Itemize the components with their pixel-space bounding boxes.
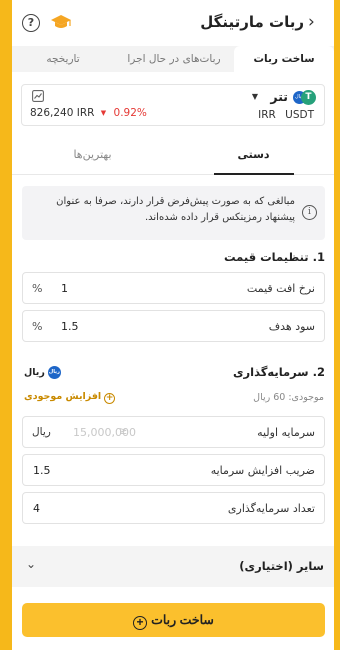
investment-title: 2. سرمایه‌گذاری bbox=[232, 365, 325, 379]
info-text: مبالغی که به صورت پیش‌فرض قرار دارند، صر… bbox=[56, 196, 295, 223]
drop-rate-value[interactable]: 1 bbox=[61, 282, 68, 295]
drop-rate-label: نرخ افت قیمت bbox=[246, 282, 315, 295]
balance-text: موجودی: 60 ریال bbox=[253, 392, 324, 403]
app-screen: › ربات مارتینگل ? ساخت ربات ربات‌های در … bbox=[12, 0, 334, 650]
investment-count-value[interactable]: 4 bbox=[33, 502, 40, 515]
market-name: تتر bbox=[270, 89, 288, 104]
info-box: i مبالغی که به صورت پیش‌فرض قرار دارند، … bbox=[22, 186, 325, 240]
tab-manual[interactable]: دستی bbox=[173, 148, 334, 161]
tab-running-bots[interactable]: ربات‌های در حال اجرا bbox=[114, 46, 234, 72]
header: › ربات مارتینگل ? bbox=[12, 0, 334, 46]
tether-coin-icon: T bbox=[301, 90, 316, 105]
rial-unit: ریال bbox=[32, 426, 51, 438]
rial-coin-icon: ریال bbox=[47, 366, 61, 379]
percent-unit: % bbox=[32, 320, 43, 333]
coin-pair-icon: ریال T bbox=[292, 90, 316, 106]
tab-best[interactable]: بهترین‌ها bbox=[12, 148, 173, 161]
chart-icon[interactable] bbox=[32, 90, 44, 102]
arrow-down-icon: ▼ bbox=[100, 109, 107, 117]
chevron-right-icon[interactable]: › bbox=[308, 12, 324, 32]
price-change: 0.92% bbox=[113, 107, 147, 119]
active-tab-indicator bbox=[214, 173, 294, 175]
optional-section-label: سایر (اختیاری) bbox=[239, 559, 324, 573]
currency-badge-label: ریال bbox=[24, 367, 45, 378]
target-profit-label: سود هدف bbox=[268, 320, 315, 333]
graduation-cap-icon[interactable] bbox=[50, 12, 72, 32]
market-selector[interactable]: ریال T تتر ▼ IRR USDT 826,240 IRR ▼ 0.92… bbox=[21, 84, 325, 126]
question-icon[interactable]: ? bbox=[22, 14, 40, 32]
tab-create-bot[interactable]: ساخت ربات bbox=[234, 46, 334, 72]
drop-rate-field[interactable]: نرخ افت قیمت 1 % bbox=[22, 272, 325, 304]
page-title: ربات مارتینگل bbox=[200, 13, 304, 31]
price-settings-title: 1. تنظیمات قیمت bbox=[224, 250, 325, 264]
tab-history[interactable]: تاریخچه bbox=[12, 46, 114, 72]
tab-bar: ساخت ربات ربات‌های در حال اجرا تاریخچه bbox=[12, 46, 334, 72]
plus-circle-icon: + bbox=[133, 616, 148, 630]
quote-symbol: IRR bbox=[258, 109, 276, 121]
plus-circle-icon: + bbox=[104, 393, 116, 404]
market-price: 826,240 IRR bbox=[30, 107, 95, 119]
create-bot-button[interactable]: ساخت ربات+ bbox=[22, 603, 325, 637]
capital-multiplier-label: ضریب افزایش سرمایه bbox=[210, 464, 315, 477]
lte-symbol: ≤ bbox=[119, 426, 128, 437]
increase-balance-link[interactable]: +افزایش موجودی bbox=[24, 391, 116, 404]
optional-section[interactable]: سایر (اختیاری) ⌄ bbox=[12, 546, 334, 587]
increase-balance-label: افزایش موجودی bbox=[24, 391, 102, 402]
price-row: 826,240 IRR ▼ 0.92% bbox=[30, 107, 147, 119]
create-bot-label: ساخت ربات bbox=[151, 613, 214, 627]
currency-badge: ریالریال bbox=[24, 366, 61, 379]
percent-unit: % bbox=[32, 282, 43, 295]
investment-count-label: تعداد سرمایه‌گذاری bbox=[227, 502, 315, 515]
target-profit-value[interactable]: 1.5 bbox=[61, 320, 79, 333]
chevron-down-icon[interactable]: ⌄ bbox=[26, 557, 36, 571]
base-symbol: USDT bbox=[285, 109, 314, 121]
pair-symbols: IRR USDT bbox=[252, 109, 314, 121]
target-profit-field[interactable]: سود هدف 1.5 % bbox=[22, 310, 325, 342]
capital-multiplier-field[interactable]: ضریب افزایش سرمایه 1.5 bbox=[22, 454, 325, 486]
initial-capital-field[interactable]: سرمایه اولیه 15,000,000 ≤ ریال bbox=[22, 416, 325, 448]
capital-multiplier-value[interactable]: 1.5 bbox=[33, 464, 51, 477]
initial-capital-label: سرمایه اولیه bbox=[257, 426, 315, 439]
caret-down-icon[interactable]: ▼ bbox=[252, 92, 258, 101]
info-icon: i bbox=[302, 205, 317, 220]
mode-tabs: دستی بهترین‌ها bbox=[12, 140, 334, 175]
investment-count-field[interactable]: تعداد سرمایه‌گذاری 4 bbox=[22, 492, 325, 524]
